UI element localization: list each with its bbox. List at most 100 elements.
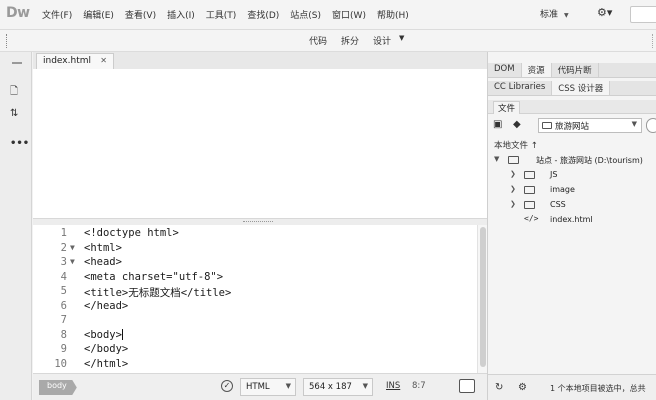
design-view[interactable] bbox=[33, 69, 487, 219]
view-switcher: 代码 拆分 设计 ▼ bbox=[309, 34, 418, 47]
tab-snippets[interactable]: 代码片断 bbox=[552, 63, 599, 77]
text-cursor bbox=[121, 329, 123, 340]
tab-files[interactable]: 文件 bbox=[493, 101, 521, 114]
view-toolbar: 代码 拆分 设计 ▼ bbox=[0, 30, 656, 52]
line-number: 3 bbox=[60, 256, 67, 268]
tab-assets[interactable]: 资源 bbox=[521, 63, 552, 77]
workspace-switcher[interactable]: 标准 ▼ bbox=[540, 7, 569, 20]
tree-item-index-html[interactable]: </> index.html bbox=[488, 213, 656, 228]
tree-item-js[interactable]: ❯ JS bbox=[488, 168, 656, 183]
code-editor[interactable]: 1 <!doctype html> 2 ▼ <html> 3 ▼ <head> 4 <met… bbox=[33, 225, 477, 373]
collapse-handle[interactable] bbox=[12, 62, 22, 64]
panel-options-button[interactable] bbox=[646, 118, 656, 133]
tab-dom[interactable]: DOM bbox=[488, 63, 522, 77]
close-icon[interactable]: ✕ bbox=[100, 56, 107, 65]
chevron-right-icon[interactable]: ❯ bbox=[510, 170, 516, 178]
chevron-right-icon[interactable]: ❯ bbox=[510, 200, 516, 208]
chevron-right-icon[interactable]: ❯ bbox=[510, 185, 516, 193]
code-text: <head> bbox=[84, 256, 122, 268]
tab-css-designer[interactable]: CSS 设计器 bbox=[552, 81, 611, 95]
menu-help[interactable]: 帮助(H) bbox=[377, 8, 409, 21]
split-view-button[interactable]: 拆分 bbox=[341, 34, 359, 47]
document-tab-label: index.html bbox=[43, 56, 91, 66]
code-text: <body> bbox=[84, 329, 123, 341]
local-files-header[interactable]: 本地文件 ↑ bbox=[494, 139, 538, 151]
code-text-content: <body> bbox=[84, 328, 122, 341]
preview-icon[interactable] bbox=[459, 379, 475, 393]
line-number: 9 bbox=[60, 343, 67, 355]
chevron-down-icon: ▼ bbox=[285, 382, 291, 390]
code-line: 7 bbox=[33, 314, 473, 328]
code-text: </html> bbox=[84, 357, 129, 370]
chevron-down-icon[interactable]: ▼ bbox=[494, 155, 499, 163]
toolbar-grip-right[interactable] bbox=[652, 34, 654, 48]
check-icon[interactable]: ✓ bbox=[221, 380, 233, 392]
files-status-bar: ↻ ⚙ 1 个本地项目被选中，总共 bbox=[488, 374, 656, 400]
code-line: 3 ▼ <head> bbox=[33, 256, 473, 270]
design-view-button[interactable]: 设计 bbox=[373, 34, 391, 47]
code-line: 9 </body> bbox=[33, 343, 473, 357]
settings-icon[interactable]: ⚙ bbox=[518, 382, 527, 393]
refresh-icon[interactable]: ↻ bbox=[495, 382, 503, 393]
right-panel: DOM 资源 代码片断 CC Libraries CSS 设计器 文件 ▣ ◆ … bbox=[487, 52, 656, 400]
fold-marker[interactable]: ▼ bbox=[70, 257, 75, 266]
toolbar-grip[interactable] bbox=[6, 34, 10, 48]
code-line: 6 </head> bbox=[33, 300, 473, 314]
chevron-down-icon: ▼ bbox=[362, 382, 368, 390]
document-type-select[interactable]: HTML ▼ bbox=[240, 378, 296, 396]
document-tab[interactable]: index.html ✕ bbox=[36, 53, 114, 69]
insert-mode[interactable]: INS bbox=[386, 381, 400, 391]
window-size-select[interactable]: 564 x 187 ▼ bbox=[303, 378, 373, 396]
site-folder-icon bbox=[508, 156, 519, 164]
site-select[interactable]: 旅游网站 ▼ bbox=[538, 118, 642, 133]
app-logo: Dw bbox=[6, 5, 30, 21]
code-view-button[interactable]: 代码 bbox=[309, 34, 327, 47]
line-number: 6 bbox=[60, 299, 67, 312]
more-icon[interactable]: ••• bbox=[10, 138, 29, 149]
scrollbar-thumb[interactable] bbox=[480, 227, 486, 367]
main-menu: 文件(F) 编辑(E) 查看(V) 插入(I) 工具(T) 查找(D) 站点(S… bbox=[42, 8, 420, 21]
folder-icon bbox=[542, 122, 552, 129]
workspace-label: 标准 bbox=[540, 10, 559, 20]
document-type-value: HTML bbox=[246, 382, 270, 392]
menu-file[interactable]: 文件(F) bbox=[42, 8, 72, 21]
gear-icon[interactable]: ⚙▾ bbox=[597, 6, 612, 19]
tab-cc-libraries[interactable]: CC Libraries bbox=[488, 81, 553, 95]
search-input[interactable] bbox=[630, 6, 656, 23]
tree-item-label: image bbox=[550, 185, 575, 194]
fold-marker[interactable]: ▼ bbox=[70, 243, 75, 252]
code-line: 5 <title>无标题文档</title> bbox=[33, 285, 473, 299]
menu-tools[interactable]: 工具(T) bbox=[206, 8, 237, 21]
connect-icon[interactable]: ▣ bbox=[493, 119, 502, 130]
line-number: 2 bbox=[60, 241, 67, 254]
code-line: 4 <meta charset="utf-8"> bbox=[33, 271, 473, 285]
files-status-message: 1 个本地项目被选中，总共 bbox=[550, 384, 646, 393]
new-document-icon[interactable]: 🗋 bbox=[10, 84, 18, 101]
tree-item-css[interactable]: ❯ CSS bbox=[488, 198, 656, 213]
status-bar: body ✓ HTML ▼ 564 x 187 ▼ INS 8:7 bbox=[33, 373, 487, 400]
tree-item-site[interactable]: ▼ 站点 - 旅游网站 (D:\tourism) bbox=[488, 153, 656, 168]
menu-window[interactable]: 窗口(W) bbox=[332, 8, 366, 21]
code-scrollbar[interactable] bbox=[477, 225, 487, 373]
menu-edit[interactable]: 编辑(E) bbox=[83, 8, 114, 21]
tree-item-image[interactable]: ❯ image bbox=[488, 183, 656, 198]
tag-selector-body[interactable]: body bbox=[39, 380, 77, 395]
menu-find[interactable]: 查找(D) bbox=[247, 8, 279, 21]
code-file-icon: </> bbox=[524, 214, 539, 223]
folder-icon bbox=[524, 186, 535, 194]
code-line: 1 <!doctype html> bbox=[33, 227, 473, 241]
folder-icon bbox=[524, 171, 535, 179]
line-number: 8 bbox=[60, 328, 67, 341]
code-text: <html> bbox=[84, 241, 122, 254]
git-icon[interactable]: ◆ bbox=[513, 119, 521, 130]
panel-tabs-row2: CC Libraries CSS 设计器 bbox=[488, 81, 656, 96]
code-line: 2 ▼ <html> bbox=[33, 242, 473, 256]
split-handle[interactable] bbox=[243, 221, 273, 223]
code-text: </head> bbox=[84, 299, 129, 312]
menu-insert[interactable]: 插入(I) bbox=[167, 8, 195, 21]
menu-site[interactable]: 站点(S) bbox=[290, 8, 321, 21]
tree-item-label: 站点 - 旅游网站 (D:\tourism) bbox=[536, 156, 643, 165]
sort-icon[interactable]: ⇅ bbox=[10, 108, 18, 119]
menu-view[interactable]: 查看(V) bbox=[125, 8, 156, 21]
chevron-down-icon[interactable]: ▼ bbox=[399, 34, 404, 47]
